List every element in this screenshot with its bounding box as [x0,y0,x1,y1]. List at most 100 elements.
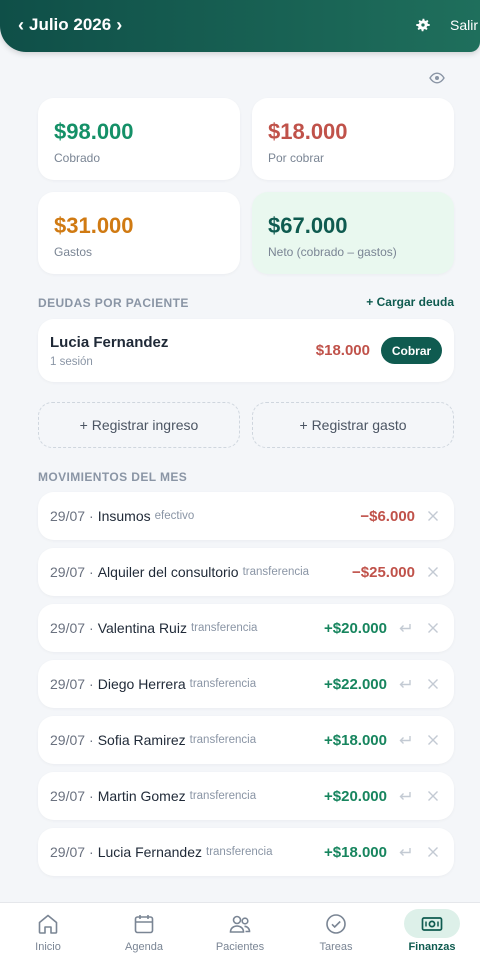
movement-separator: · [89,844,94,860]
movement-date: 29/07 [50,788,86,804]
delete-movement-close-icon[interactable] [427,510,439,522]
movement-method: transferencia [189,790,257,802]
movement-amount: +$20.000 [324,787,387,805]
debt-item: Lucia Fernandez 1 sesión $18.000 Cobrar [38,319,454,382]
movement-row: 29/07 · Diego Herrera transferencia +$22… [38,660,454,708]
stat-cobrado-label: Cobrado [54,151,101,165]
movement-amount: +$20.000 [324,619,387,637]
nav-tab-inicio[interactable]: Inicio [0,903,96,960]
calendar-icon [132,912,156,936]
movement-info: 29/07 · Sofia Ramirez transferencia [50,716,256,764]
stat-gastos-amount: $31.000 [54,213,134,238]
movement-date: 29/07 [50,676,86,692]
movement-amount: +$22.000 [324,675,387,693]
movements-section-title: MOVIMIENTOS DEL MES [38,470,188,484]
undo-arrow-icon[interactable] [398,677,412,691]
movement-separator: · [89,676,94,692]
check-circle-icon [324,912,348,936]
movement-date: 29/07 [50,620,86,636]
stat-gastos-label: Gastos [54,245,93,259]
movement-description: Martin Gomez [97,788,186,804]
movement-method: transferencia [242,566,310,578]
movement-row: 29/07 · Insumos efectivo −$6.000 [38,492,454,540]
register-income-button[interactable]: + Registrar ingreso [38,402,240,448]
movement-row: 29/07 · Sofia Ramirez transferencia +$18… [38,716,454,764]
movement-method: transferencia [190,622,258,634]
cash-icon [420,912,444,936]
undo-arrow-icon[interactable] [398,789,412,803]
undo-arrow-icon[interactable] [398,845,412,859]
debts-section-title: DEUDAS POR PACIENTE [38,296,189,310]
movement-separator: · [89,788,94,804]
toggle-visibility-eye-icon[interactable] [429,72,445,84]
stat-neto-card: $67.000 Neto (cobrado – gastos) [252,192,454,274]
movement-separator: · [89,564,94,580]
undo-arrow-icon[interactable] [398,733,412,747]
movement-method: transferencia [189,678,257,690]
movement-date: 29/07 [50,844,86,860]
debt-amount: $18.000 [315,342,370,359]
month-title: Julio 2026 [29,15,112,34]
delete-movement-close-icon[interactable] [427,790,439,802]
movement-separator: · [89,732,94,748]
delete-movement-close-icon[interactable] [427,678,439,690]
users-icon [228,912,252,936]
movement-separator: · [89,508,94,524]
settings-gear-icon[interactable] [414,16,432,34]
logout-button[interactable]: Salir [450,17,480,33]
nav-label: Finanzas [408,941,456,953]
undo-arrow-icon[interactable] [398,621,412,635]
movement-method: efectivo [154,510,195,522]
header-actions: Salir [414,0,480,50]
prev-month-button[interactable]: ‹ [18,15,24,36]
month-selector: ‹ Julio 2026 › [18,0,122,50]
movement-description: Alquiler del consultorio [97,564,239,580]
movement-info: 29/07 · Lucia Fernandez transferencia [50,828,273,876]
movement-method: transferencia [206,846,273,858]
movement-row: 29/07 · Lucia Fernandez transferencia +$… [38,828,454,876]
delete-movement-close-icon[interactable] [427,622,439,634]
movement-date: 29/07 [50,508,86,524]
nav-tab-pacientes[interactable]: Pacientes [192,903,288,960]
register-expense-button[interactable]: + Registrar gasto [252,402,454,448]
delete-movement-close-icon[interactable] [427,846,439,858]
debt-session-count: 1 sesión [50,356,93,368]
movement-date: 29/07 [50,732,86,748]
movement-row: 29/07 · Alquiler del consultorio transfe… [38,548,454,596]
nav-label: Inicio [35,941,61,953]
nav-tab-finanzas[interactable]: Finanzas [384,903,480,960]
debt-patient-name: Lucia Fernandez [50,334,169,351]
movement-info: 29/07 · Diego Herrera transferencia [50,660,256,708]
nav-label: Pacientes [215,941,265,953]
home-icon [36,912,60,936]
movement-description: Insumos [97,508,151,524]
movement-amount: −$25.000 [352,563,415,581]
stat-gastos-card: $31.000 Gastos [38,192,240,274]
movement-info: 29/07 · Martin Gomez transferencia [50,772,256,820]
stat-neto-label: Neto (cobrado – gastos) [268,245,397,259]
nav-tab-tareas[interactable]: Tareas [288,903,384,960]
delete-movement-close-icon[interactable] [427,734,439,746]
movement-method: transferencia [189,734,257,746]
stat-por-cobrar-label: Por cobrar [268,151,325,165]
movement-amount: −$6.000 [360,507,415,525]
app-header: ‹ Julio 2026 › Salir [0,0,480,52]
collect-button[interactable]: Cobrar [381,337,442,364]
stat-cobrado-amount: $98.000 [54,119,134,144]
movement-info: 29/07 · Valentina Ruiz transferencia [50,604,257,652]
movement-amount: +$18.000 [324,731,387,749]
delete-movement-close-icon[interactable] [427,566,439,578]
nav-tab-agenda[interactable]: Agenda [96,903,192,960]
movement-row: 29/07 · Martin Gomez transferencia +$20.… [38,772,454,820]
bottom-navigation: Inicio Agenda Pacientes Tareas Finanzas [0,902,480,960]
movement-description: Diego Herrera [97,676,186,692]
movement-amount: +$18.000 [324,843,387,861]
stat-por-cobrar-amount: $18.000 [268,119,348,144]
movement-date: 29/07 [50,564,86,580]
nav-label: Tareas [319,941,353,953]
movement-description: Valentina Ruiz [97,620,187,636]
add-debt-link[interactable]: + Cargar deuda [366,295,454,309]
nav-label: Agenda [125,941,163,953]
next-month-button[interactable]: › [116,15,122,36]
movement-row: 29/07 · Valentina Ruiz transferencia +$2… [38,604,454,652]
